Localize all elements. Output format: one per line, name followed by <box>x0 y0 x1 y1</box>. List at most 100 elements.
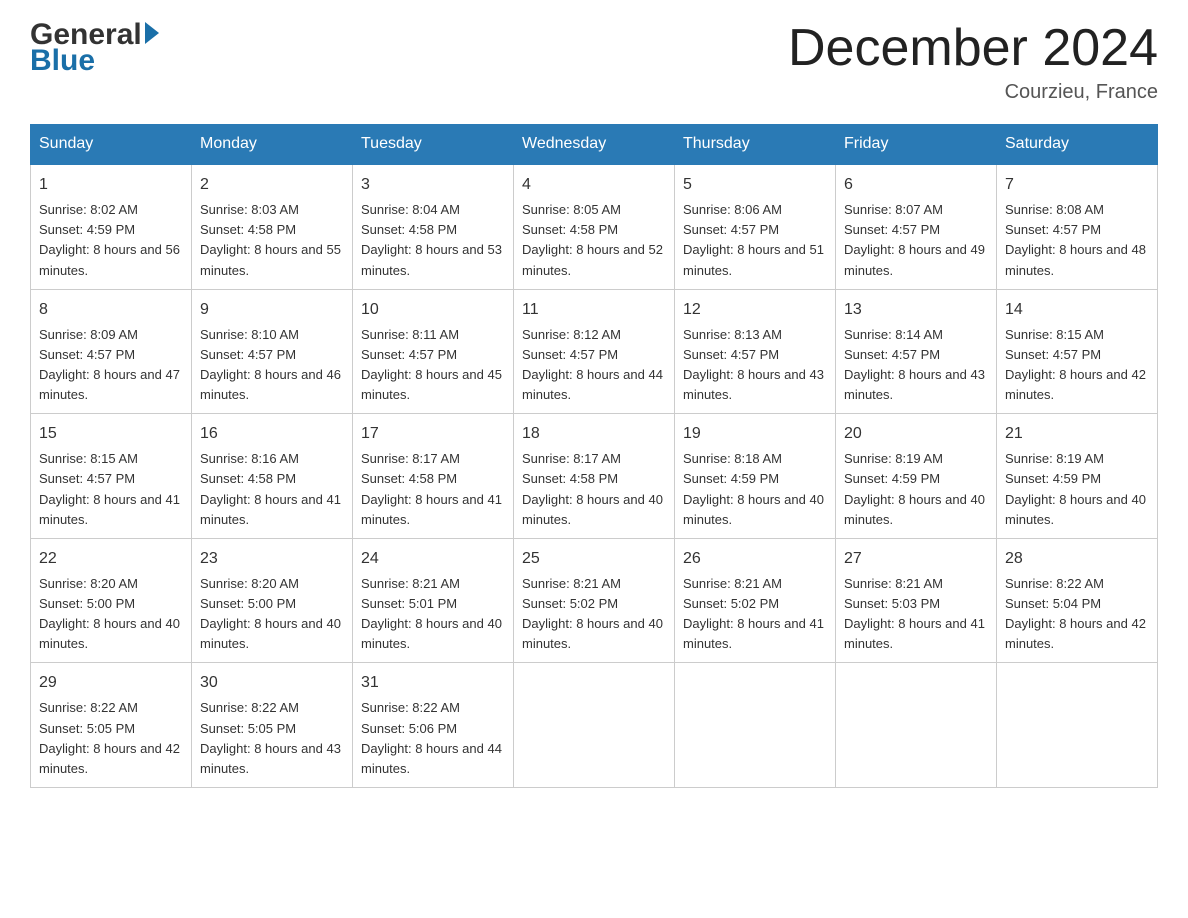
day-number: 14 <box>1005 298 1149 322</box>
title-section: December 2024 Courzieu, France <box>788 20 1158 104</box>
calendar-cell: 6 Sunrise: 8:07 AMSunset: 4:57 PMDaylight… <box>836 164 997 289</box>
calendar-week-row: 8Sunrise: 8:09 AMSunset: 4:57 PMDaylight… <box>31 289 1158 414</box>
day-info: Sunrise: 8:17 AMSunset: 4:58 PMDaylight:… <box>361 451 502 526</box>
calendar-cell <box>675 663 836 788</box>
calendar-cell: 17 Sunrise: 8:17 AMSunset: 4:58 PMDayligh… <box>353 414 514 539</box>
calendar-cell: 4Sunrise: 8:05 AMSunset: 4:58 PMDaylight… <box>514 164 675 289</box>
day-number: 7 <box>1005 173 1149 197</box>
calendar-cell: 1 Sunrise: 8:02 AMSunset: 4:59 PMDaylight… <box>31 164 192 289</box>
calendar-cell <box>836 663 997 788</box>
day-info: Sunrise: 8:21 AMSunset: 5:01 PMDaylight:… <box>361 576 502 651</box>
day-info: Sunrise: 8:22 AMSunset: 5:05 PMDaylight:… <box>200 700 341 775</box>
calendar-cell: 12Sunrise: 8:13 AMSunset: 4:57 PMDayligh… <box>675 289 836 414</box>
calendar-cell: 3 Sunrise: 8:04 AMSunset: 4:58 PMDaylight… <box>353 164 514 289</box>
header-cell-thursday: Thursday <box>675 125 836 165</box>
day-number: 19 <box>683 422 827 446</box>
calendar-cell: 16 Sunrise: 8:16 AMSunset: 4:58 PMDayligh… <box>192 414 353 539</box>
day-info: Sunrise: 8:16 AMSunset: 4:58 PMDaylight:… <box>200 451 341 526</box>
calendar-week-row: 22 Sunrise: 8:20 AMSunset: 5:00 PMDayligh… <box>31 538 1158 663</box>
day-number: 22 <box>39 547 183 571</box>
day-info: Sunrise: 8:04 AMSunset: 4:58 PMDaylight:… <box>361 202 502 277</box>
day-info: Sunrise: 8:22 AMSunset: 5:04 PMDaylight:… <box>1005 576 1146 651</box>
header-cell-tuesday: Tuesday <box>353 125 514 165</box>
header-cell-monday: Monday <box>192 125 353 165</box>
day-info: Sunrise: 8:20 AMSunset: 5:00 PMDaylight:… <box>39 576 180 651</box>
calendar-cell: 25 Sunrise: 8:21 AMSunset: 5:02 PMDayligh… <box>514 538 675 663</box>
location-text: Courzieu, France <box>788 81 1158 104</box>
day-info: Sunrise: 8:21 AMSunset: 5:02 PMDaylight:… <box>522 576 663 651</box>
day-info: Sunrise: 8:14 AMSunset: 4:57 PMDaylight:… <box>844 327 985 402</box>
header-cell-sunday: Sunday <box>31 125 192 165</box>
header-cell-friday: Friday <box>836 125 997 165</box>
day-number: 6 <box>844 173 988 197</box>
day-number: 29 <box>39 671 183 695</box>
day-number: 3 <box>361 173 505 197</box>
calendar-cell: 23Sunrise: 8:20 AMSunset: 5:00 PMDayligh… <box>192 538 353 663</box>
calendar-cell: 7 Sunrise: 8:08 AMSunset: 4:57 PMDaylight… <box>997 164 1158 289</box>
calendar-cell <box>997 663 1158 788</box>
day-number: 2 <box>200 173 344 197</box>
day-number: 18 <box>522 422 666 446</box>
calendar-cell: 29 Sunrise: 8:22 AMSunset: 5:05 PMDayligh… <box>31 663 192 788</box>
day-number: 17 <box>361 422 505 446</box>
calendar-table: SundayMondayTuesdayWednesdayThursdayFrid… <box>30 124 1158 788</box>
day-number: 4 <box>522 173 666 197</box>
day-number: 27 <box>844 547 988 571</box>
logo-blue-text: Blue <box>30 46 159 76</box>
day-number: 11 <box>522 298 666 322</box>
day-info: Sunrise: 8:22 AMSunset: 5:06 PMDaylight:… <box>361 700 502 775</box>
day-info: Sunrise: 8:20 AMSunset: 5:00 PMDaylight:… <box>200 576 341 651</box>
day-number: 16 <box>200 422 344 446</box>
day-info: Sunrise: 8:07 AMSunset: 4:57 PMDaylight:… <box>844 202 985 277</box>
day-info: Sunrise: 8:08 AMSunset: 4:57 PMDaylight:… <box>1005 202 1146 277</box>
calendar-cell: 31Sunrise: 8:22 AMSunset: 5:06 PMDayligh… <box>353 663 514 788</box>
calendar-cell: 27 Sunrise: 8:21 AMSunset: 5:03 PMDayligh… <box>836 538 997 663</box>
calendar-header-row: SundayMondayTuesdayWednesdayThursdayFrid… <box>31 125 1158 165</box>
day-number: 21 <box>1005 422 1149 446</box>
day-info: Sunrise: 8:10 AMSunset: 4:57 PMDaylight:… <box>200 327 341 402</box>
day-info: Sunrise: 8:21 AMSunset: 5:02 PMDaylight:… <box>683 576 824 651</box>
calendar-week-row: 29 Sunrise: 8:22 AMSunset: 5:05 PMDayligh… <box>31 663 1158 788</box>
calendar-cell: 26 Sunrise: 8:21 AMSunset: 5:02 PMDayligh… <box>675 538 836 663</box>
day-number: 8 <box>39 298 183 322</box>
calendar-cell: 28 Sunrise: 8:22 AMSunset: 5:04 PMDayligh… <box>997 538 1158 663</box>
calendar-cell: 18 Sunrise: 8:17 AMSunset: 4:58 PMDayligh… <box>514 414 675 539</box>
day-number: 10 <box>361 298 505 322</box>
day-info: Sunrise: 8:21 AMSunset: 5:03 PMDaylight:… <box>844 576 985 651</box>
calendar-cell: 15 Sunrise: 8:15 AMSunset: 4:57 PMDayligh… <box>31 414 192 539</box>
day-number: 24 <box>361 547 505 571</box>
day-number: 28 <box>1005 547 1149 571</box>
day-number: 1 <box>39 173 183 197</box>
day-number: 25 <box>522 547 666 571</box>
calendar-cell: 11Sunrise: 8:12 AMSunset: 4:57 PMDayligh… <box>514 289 675 414</box>
logo: General Blue <box>30 20 159 76</box>
calendar-cell: 2 Sunrise: 8:03 AMSunset: 4:58 PMDaylight… <box>192 164 353 289</box>
day-info: Sunrise: 8:02 AMSunset: 4:59 PMDaylight:… <box>39 202 180 277</box>
month-title: December 2024 <box>788 20 1158 77</box>
logo-triangle-icon <box>145 22 159 44</box>
day-info: Sunrise: 8:18 AMSunset: 4:59 PMDaylight:… <box>683 451 824 526</box>
day-info: Sunrise: 8:19 AMSunset: 4:59 PMDaylight:… <box>1005 451 1146 526</box>
calendar-cell: 24 Sunrise: 8:21 AMSunset: 5:01 PMDayligh… <box>353 538 514 663</box>
calendar-cell: 21 Sunrise: 8:19 AMSunset: 4:59 PMDayligh… <box>997 414 1158 539</box>
day-info: Sunrise: 8:03 AMSunset: 4:58 PMDaylight:… <box>200 202 341 277</box>
day-number: 9 <box>200 298 344 322</box>
calendar-cell: 13 Sunrise: 8:14 AMSunset: 4:57 PMDayligh… <box>836 289 997 414</box>
page-header: General Blue December 2024 Courzieu, Fra… <box>30 20 1158 104</box>
day-number: 26 <box>683 547 827 571</box>
calendar-cell: 10Sunrise: 8:11 AMSunset: 4:57 PMDayligh… <box>353 289 514 414</box>
day-number: 20 <box>844 422 988 446</box>
day-number: 13 <box>844 298 988 322</box>
day-number: 15 <box>39 422 183 446</box>
calendar-cell: 19 Sunrise: 8:18 AMSunset: 4:59 PMDayligh… <box>675 414 836 539</box>
day-info: Sunrise: 8:22 AMSunset: 5:05 PMDaylight:… <box>39 700 180 775</box>
calendar-cell: 14Sunrise: 8:15 AMSunset: 4:57 PMDayligh… <box>997 289 1158 414</box>
day-info: Sunrise: 8:17 AMSunset: 4:58 PMDaylight:… <box>522 451 663 526</box>
day-info: Sunrise: 8:15 AMSunset: 4:57 PMDaylight:… <box>39 451 180 526</box>
calendar-cell: 9 Sunrise: 8:10 AMSunset: 4:57 PMDaylight… <box>192 289 353 414</box>
calendar-week-row: 1 Sunrise: 8:02 AMSunset: 4:59 PMDaylight… <box>31 164 1158 289</box>
calendar-cell: 8Sunrise: 8:09 AMSunset: 4:57 PMDaylight… <box>31 289 192 414</box>
header-cell-wednesday: Wednesday <box>514 125 675 165</box>
calendar-cell <box>514 663 675 788</box>
calendar-cell: 20Sunrise: 8:19 AMSunset: 4:59 PMDayligh… <box>836 414 997 539</box>
